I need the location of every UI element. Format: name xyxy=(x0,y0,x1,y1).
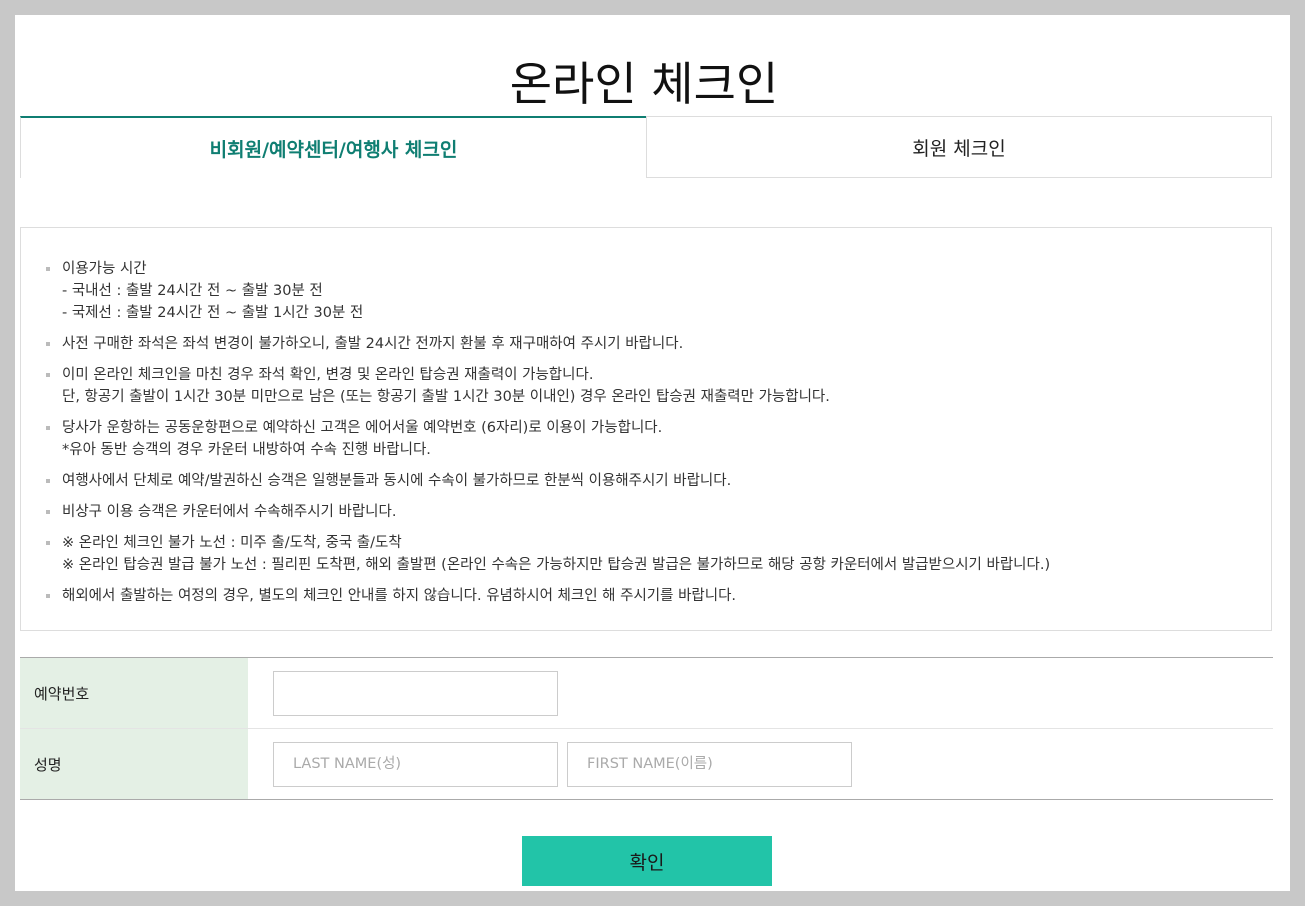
checkin-tabs: 비회원/예약센터/여행사 체크인 회원 체크인 xyxy=(20,116,1272,178)
notice-line: - 국내선 : 출발 24시간 전 ~ 출발 30분 전 xyxy=(62,283,323,299)
notice-list: 이용가능 시간 - 국내선 : 출발 24시간 전 ~ 출발 30분 전 - 국… xyxy=(46,258,1247,607)
notice-line: 단, 항공기 출발이 1시간 30분 미만으로 남은 (또는 항공기 출발 1시… xyxy=(62,389,830,405)
bullet-icon xyxy=(46,267,50,271)
notice-line: 비상구 이용 승객은 카운터에서 수속해주시기 바랍니다. xyxy=(62,504,397,520)
name-label: 성명 xyxy=(20,729,248,799)
reservation-number-input[interactable] xyxy=(273,670,558,716)
reservation-number-field-group xyxy=(248,658,558,728)
notice-item: 당사가 운항하는 공동운항편으로 예약하신 고객은 에어서울 예약번호 (6자리… xyxy=(46,417,1247,461)
form-row-name: 성명 xyxy=(20,728,1273,799)
last-name-input[interactable] xyxy=(273,741,558,787)
form-row-reservation: 예약번호 xyxy=(20,658,1273,728)
page-title: 온라인 체크인 xyxy=(509,56,779,111)
notice-line: ※ 온라인 탑승권 발급 불가 노선 : 필리핀 도착편, 해외 출발편 (온라… xyxy=(62,557,1051,573)
bullet-icon xyxy=(46,479,50,483)
notice-line: 당사가 운항하는 공동운항편으로 예약하신 고객은 에어서울 예약번호 (6자리… xyxy=(62,420,663,436)
tab-member-checkin[interactable]: 회원 체크인 xyxy=(646,116,1272,178)
checkin-form: 예약번호 성명 xyxy=(20,657,1273,800)
notice-line: 이용가능 시간 xyxy=(62,261,147,277)
bullet-icon xyxy=(46,342,50,346)
bullet-icon xyxy=(46,541,50,545)
reservation-number-label: 예약번호 xyxy=(20,658,248,728)
notice-item: 이용가능 시간 - 국내선 : 출발 24시간 전 ~ 출발 30분 전 - 국… xyxy=(46,258,1247,324)
checkin-page: 온라인 체크인 비회원/예약센터/여행사 체크인 회원 체크인 이용가능 시간 … xyxy=(15,15,1290,891)
notice-line: ※ 온라인 체크인 불가 노선 : 미주 출/도착, 중국 출/도착 xyxy=(62,535,402,551)
name-field-group xyxy=(248,729,852,799)
tab-non-member-checkin[interactable]: 비회원/예약센터/여행사 체크인 xyxy=(20,116,646,178)
notice-line: - 국제선 : 출발 24시간 전 ~ 출발 1시간 30분 전 xyxy=(62,305,364,321)
notice-box: 이용가능 시간 - 국내선 : 출발 24시간 전 ~ 출발 30분 전 - 국… xyxy=(20,227,1272,631)
notice-item: 여행사에서 단체로 예약/발권하신 승객은 일행분들과 동시에 수속이 불가하므… xyxy=(46,470,1247,492)
bullet-icon xyxy=(46,426,50,430)
tab-label: 회원 체크인 xyxy=(912,137,1006,160)
notice-line: 여행사에서 단체로 예약/발권하신 승객은 일행분들과 동시에 수속이 불가하므… xyxy=(62,473,732,489)
notice-item: 비상구 이용 승객은 카운터에서 수속해주시기 바랍니다. xyxy=(46,501,1247,523)
notice-item: 해외에서 출발하는 여정의 경우, 별도의 체크인 안내를 하지 않습니다. 유… xyxy=(46,585,1247,607)
notice-line: 사전 구매한 좌석은 좌석 변경이 불가하오니, 출발 24시간 전까지 환불 … xyxy=(62,336,684,352)
first-name-input[interactable] xyxy=(567,741,852,787)
bullet-icon xyxy=(46,510,50,514)
bullet-icon xyxy=(46,594,50,598)
notice-item: ※ 온라인 체크인 불가 노선 : 미주 출/도착, 중국 출/도착 ※ 온라인… xyxy=(46,532,1247,576)
bullet-icon xyxy=(46,373,50,377)
tab-label: 비회원/예약센터/여행사 체크인 xyxy=(209,138,458,161)
notice-line: *유아 동반 승객의 경우 카운터 내방하여 수속 진행 바랍니다. xyxy=(62,442,431,458)
notice-line: 해외에서 출발하는 여정의 경우, 별도의 체크인 안내를 하지 않습니다. 유… xyxy=(62,588,737,604)
notice-item: 이미 온라인 체크인을 마친 경우 좌석 확인, 변경 및 온라인 탑승권 재출… xyxy=(46,364,1247,408)
notice-line: 이미 온라인 체크인을 마친 경우 좌석 확인, 변경 및 온라인 탑승권 재출… xyxy=(62,367,594,383)
notice-item: 사전 구매한 좌석은 좌석 변경이 불가하오니, 출발 24시간 전까지 환불 … xyxy=(46,333,1247,355)
confirm-button[interactable]: 확인 xyxy=(522,836,772,886)
